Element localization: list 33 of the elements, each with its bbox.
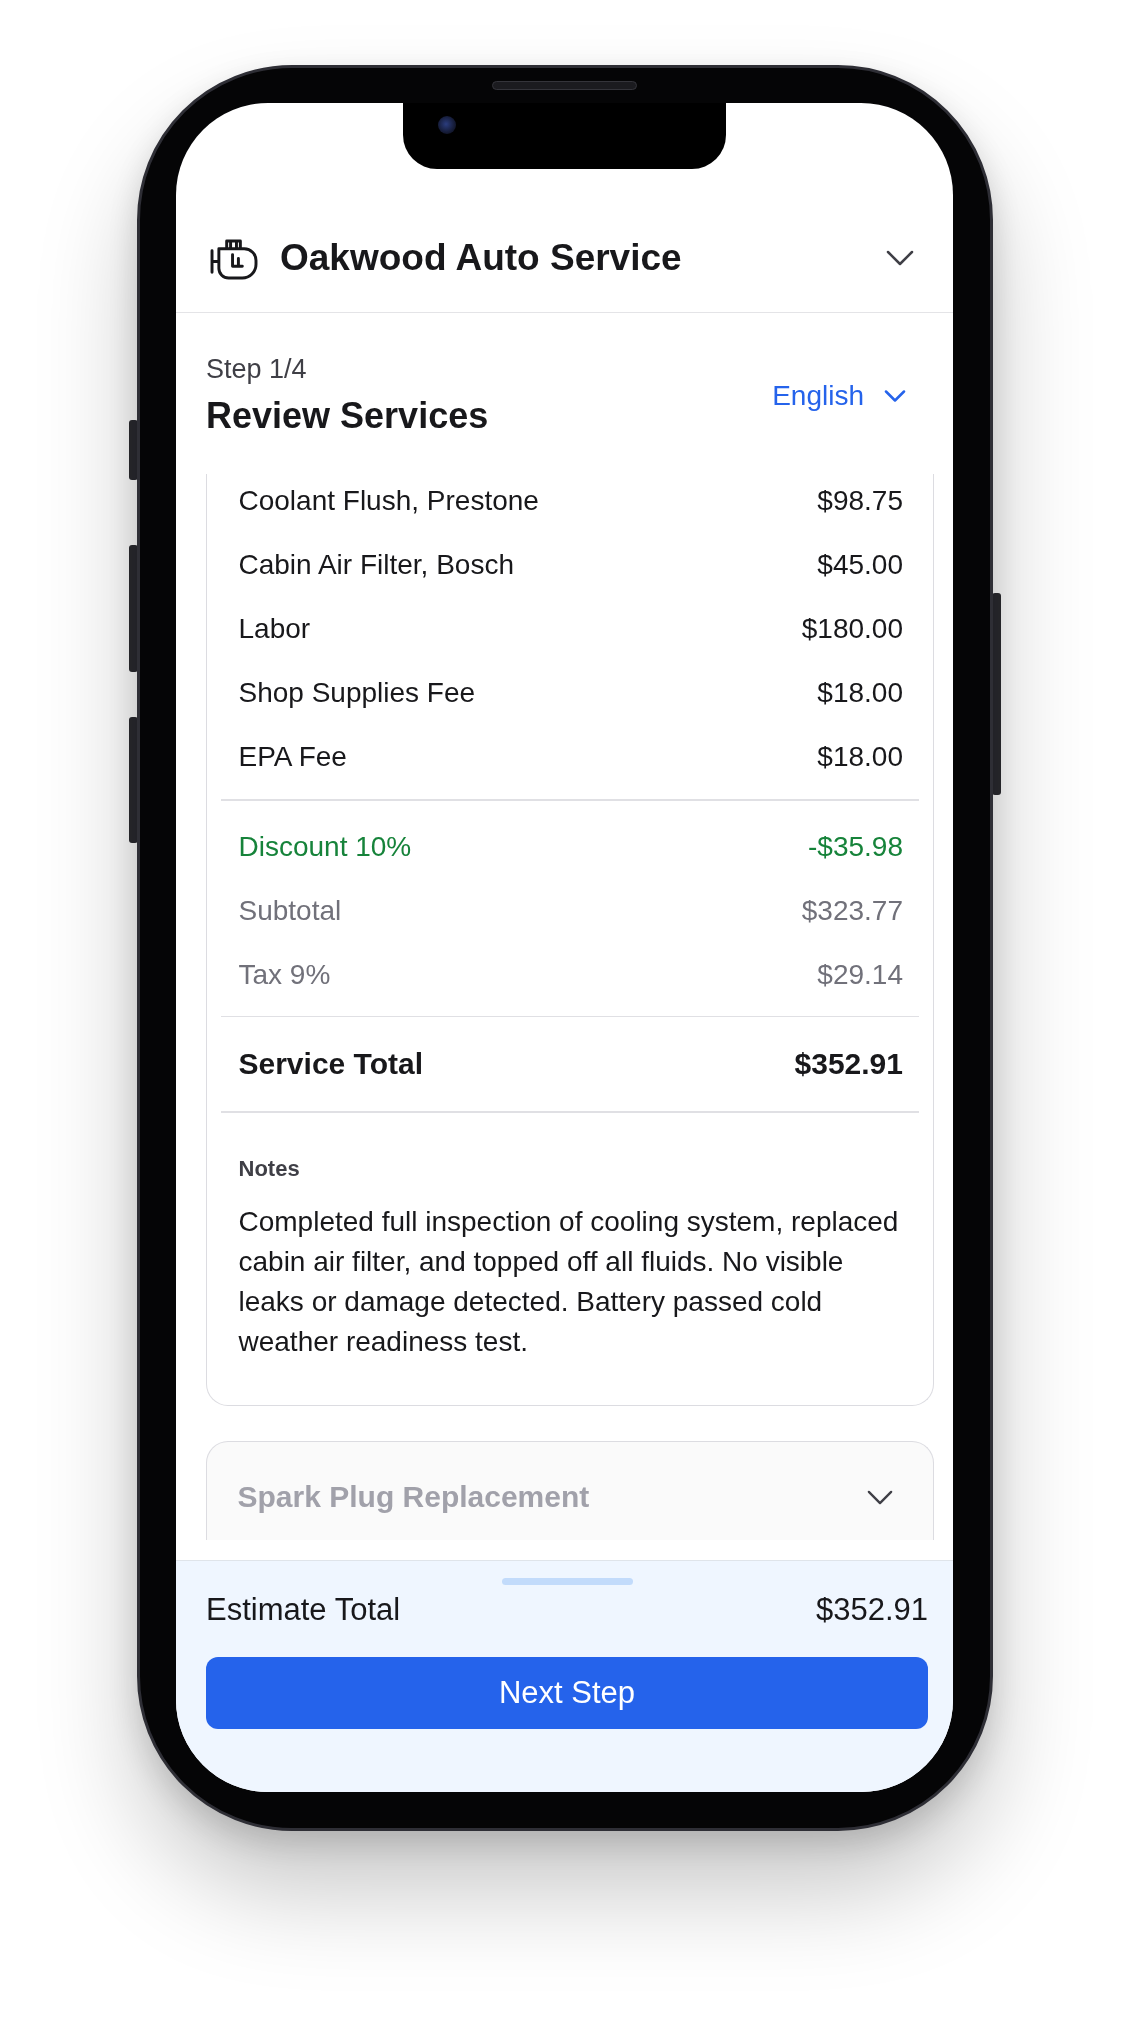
line-item-price: $180.00 [801, 612, 903, 646]
line-item-name: Coolant Flush, Prestone [238, 484, 539, 518]
subtotal-amount: $323.77 [801, 893, 903, 928]
discount-label: Discount 10% [238, 829, 412, 864]
business-name: Oakwood Auto Service [280, 236, 682, 280]
line-item-price: $18.00 [817, 676, 903, 710]
notes-text: Completed full inspection of cooling system, replaced cabin air filter, and topped off all fluids. No visible leaks or damage detected. Battery passed cold weather readiness test. [238, 1204, 900, 1359]
line-item-price: $98.75 [817, 484, 903, 518]
line-item-name: EPA Fee [238, 740, 347, 774]
chevron-down-icon [867, 1489, 893, 1505]
camera-lens-icon [438, 116, 456, 134]
estimate-total-amount: $352.91 [815, 1593, 928, 1627]
tax-amount: $29.14 [817, 957, 903, 992]
line-item-name: Labor [238, 612, 311, 646]
service-total-label: Service Total [238, 1046, 424, 1082]
engine-icon [209, 236, 260, 280]
chevron-down-icon [884, 390, 906, 402]
language-dropdown[interactable]: English [772, 379, 906, 413]
line-item-price: $18.00 [817, 740, 903, 774]
estimate-total-label: Estimate Total [206, 1593, 401, 1627]
next-step-button[interactable]: Next Step [206, 1657, 928, 1729]
step-indicator: Step 1/4 [206, 354, 307, 384]
subtotal-label: Subtotal [238, 893, 342, 928]
drag-handle[interactable] [501, 1578, 633, 1585]
chevron-down-icon[interactable] [886, 250, 914, 266]
service-total-amount: $352.91 [794, 1046, 903, 1082]
line-item-price: $45.00 [817, 548, 903, 582]
notes-label: Notes [238, 1154, 301, 1183]
page-title: Review Services [206, 394, 489, 438]
line-item-name: Cabin Air Filter, Bosch [238, 548, 514, 582]
discount-amount: -$35.98 [808, 829, 903, 864]
tax-label: Tax 9% [238, 957, 331, 992]
line-item-name: Shop Supplies Fee [238, 676, 476, 710]
